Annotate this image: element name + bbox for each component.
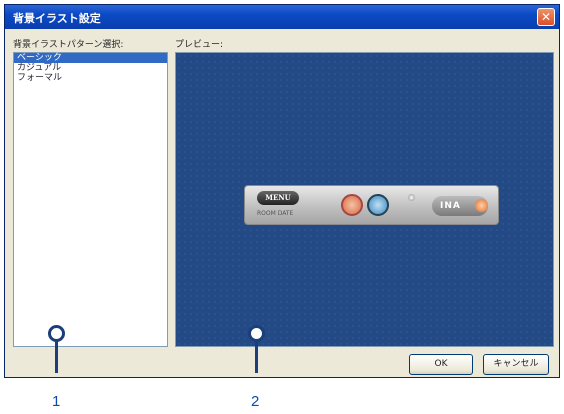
preview-button-a-icon [341,194,363,216]
callout-2-line [255,339,258,373]
preview-small-label: ROOM DATE [257,210,294,217]
pattern-list-label: 背景イラストパターン選択: [13,40,124,50]
ok-button[interactable]: OK [409,354,473,375]
callout-1-number: 1 [52,393,61,410]
settings-dialog: 背景イラスト設定 ✕ 背景イラストパターン選択: プレビュー: ベーシック カジ… [4,4,560,378]
window-title: 背景イラスト設定 [13,12,101,25]
pattern-listbox[interactable]: ベーシック カジュアル フォーマル [13,52,168,347]
preview-indicator-icon [408,194,415,201]
preview-button-b-icon [367,194,389,216]
list-item-casual[interactable]: カジュアル [14,63,167,73]
cancel-button[interactable]: キャンセル [483,354,549,375]
callout-1-line [55,339,58,373]
callout-2-number: 2 [251,393,260,410]
list-item-formal[interactable]: フォーマル [14,73,167,83]
preview-toolbar-image: MENU ROOM DATE INA [244,185,499,225]
list-item-basic[interactable]: ベーシック [14,53,167,63]
preview-logo-dot-icon [475,199,488,212]
title-bar: 背景イラスト設定 ✕ [5,5,559,29]
preview-menu-pill: MENU [257,191,299,205]
close-icon[interactable]: ✕ [537,8,555,26]
preview-label: プレビュー: [175,40,224,50]
preview-pane: MENU ROOM DATE INA [175,52,554,347]
